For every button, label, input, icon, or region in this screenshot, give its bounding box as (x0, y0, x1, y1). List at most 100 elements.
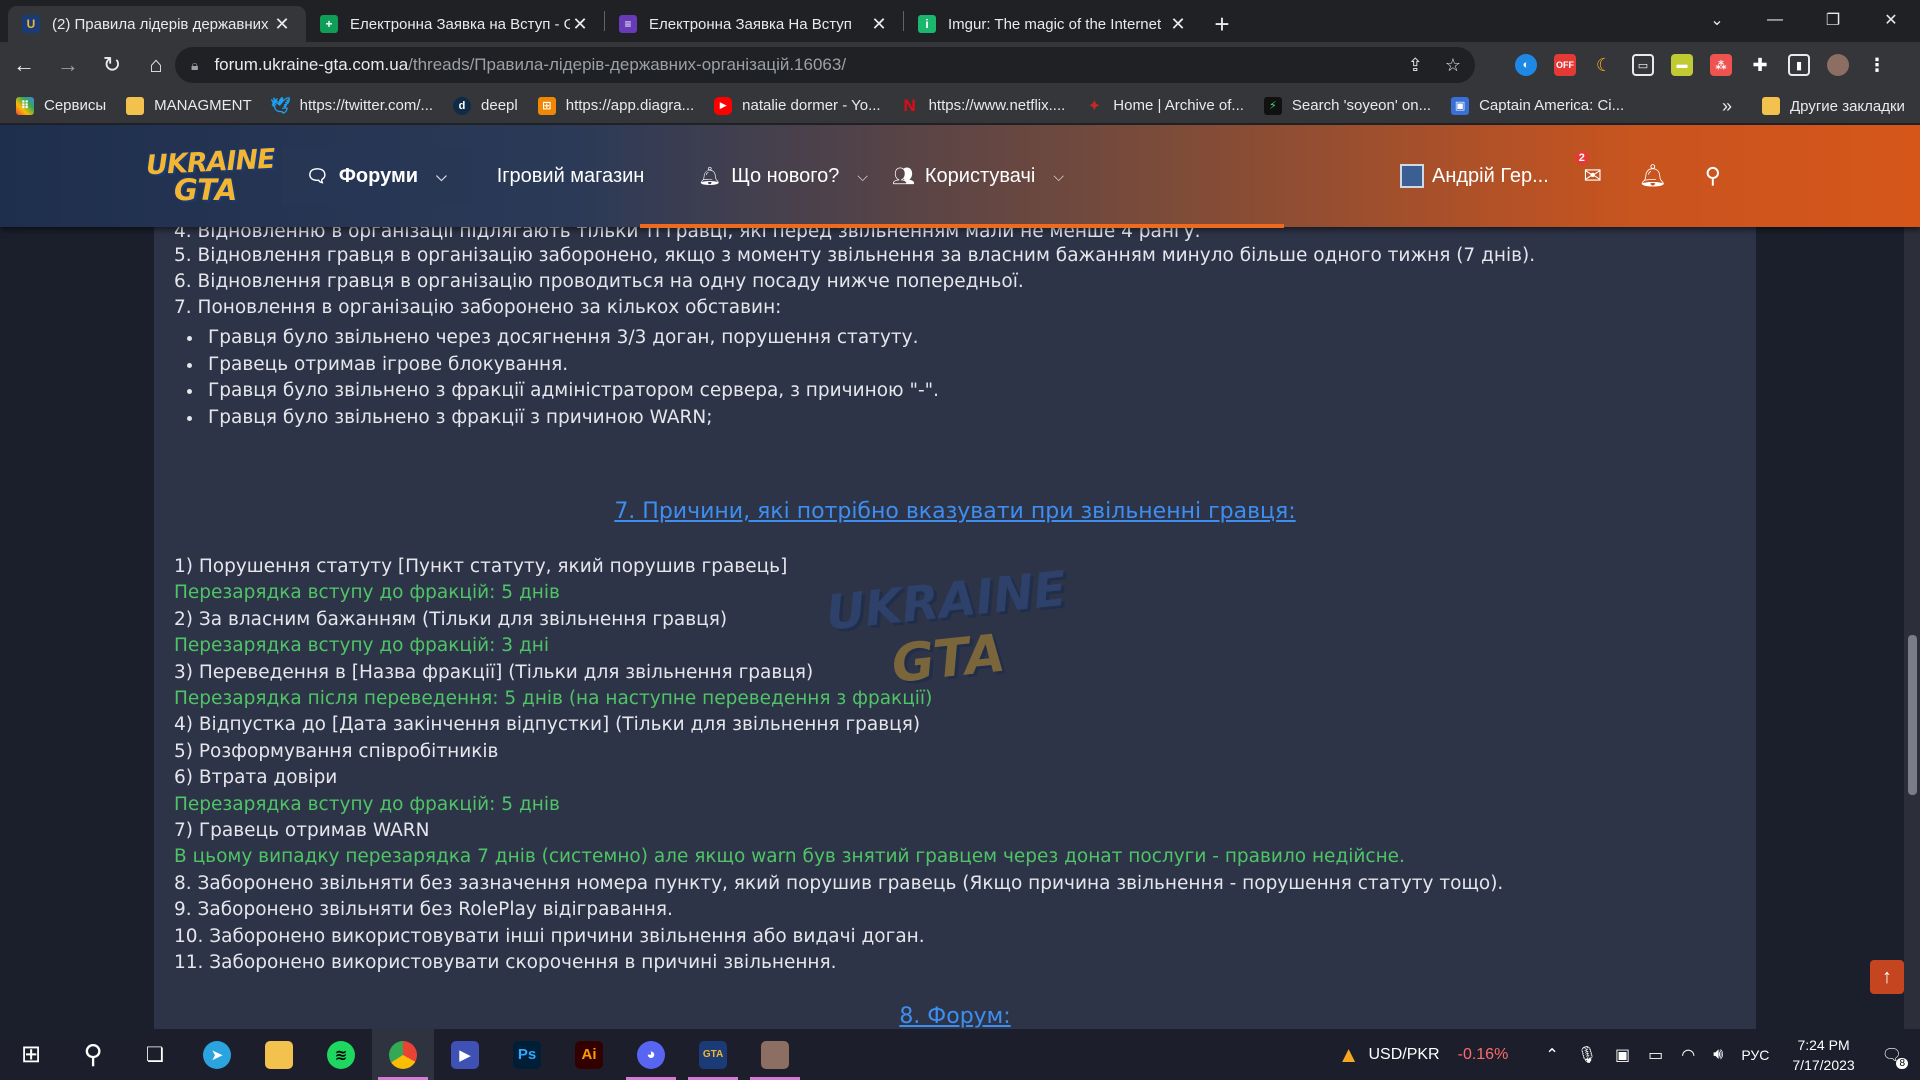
address-bar[interactable]: 🔒︎ forum.ukraine-gta.com.ua/threads/Прав… (175, 47, 1475, 83)
dark-mode-moon-icon[interactable]: ☾ (1593, 54, 1615, 76)
list-item: Гравця було звільнено з фракції адмініст… (204, 378, 939, 405)
tab-title: Imgur: The magic of the Internet (948, 15, 1162, 33)
forward-icon[interactable]: → (48, 45, 88, 85)
chevron-up-icon[interactable]: ⌃ (1545, 1045, 1558, 1065)
bookmark-item[interactable]: ⊞ https://app.diagra... (537, 96, 694, 115)
reload-icon[interactable]: ↻ (92, 45, 132, 85)
other-bookmarks[interactable]: Другие закладки (1762, 88, 1905, 124)
main-nav: 🗨︎ Форуми ⌵ Ігровий магазин 🔔︎ Що нового… (282, 147, 1088, 205)
photoshop-icon[interactable]: Ps (496, 1029, 558, 1080)
tab-forum-rules[interactable]: U (2) Правила лідерів державних ✕ (8, 6, 306, 42)
twitter-icon: 🕊︎ (270, 97, 291, 115)
bookmark-item[interactable]: d deepl (453, 96, 518, 115)
close-icon[interactable]: ✕ (869, 14, 889, 35)
post-content: 4. Відновленню в організації підлягають … (154, 221, 1756, 1029)
bookmark-item[interactable]: Nhttps://www.netflix.... (901, 96, 1065, 115)
bookmark-label: Captain America: Ci... (1479, 97, 1625, 114)
section-8-heading[interactable]: 8. Форум: (154, 1004, 1756, 1029)
share-icon[interactable]: ⇪ (1408, 55, 1423, 76)
extension-green-icon[interactable]: ▬ (1671, 54, 1693, 76)
file-explorer-icon[interactable] (248, 1029, 310, 1080)
bookmark-item[interactable]: 🕊︎ https://twitter.com/... (270, 97, 434, 115)
nav-label: Ігровий магазин (496, 164, 645, 187)
section-7-heading[interactable]: 7. Причини, які потрібно вказувати при з… (154, 499, 1756, 524)
microphone-icon[interactable]: 🎙︎ (1577, 1045, 1597, 1065)
nav-users[interactable]: 👥︎ Користувачі ⌵ (876, 147, 1088, 205)
side-panel-icon[interactable]: ▮ (1788, 54, 1810, 76)
language-indicator[interactable]: РУС (1741, 1047, 1769, 1063)
reason-line: 10. Заборонено використовувати інші прич… (174, 925, 925, 947)
close-icon[interactable]: ✕ (570, 14, 590, 35)
scrollbar-thumb[interactable] (1908, 635, 1917, 795)
new-tab-button[interactable]: + (1202, 6, 1242, 42)
tab-search-icon[interactable]: ⌄ (1688, 0, 1746, 40)
bookmark-item[interactable]: MANAGMENT (126, 96, 252, 115)
bookmark-item[interactable]: ⚡ Search 'soyeon' on... (1263, 96, 1431, 115)
extension-red-icon[interactable]: ⁂ (1710, 54, 1732, 76)
close-window-icon[interactable]: ✕ (1862, 0, 1920, 40)
tab-imgur[interactable]: i Imgur: The magic of the Internet ✕ (904, 6, 1202, 42)
bookmarks-overflow-button[interactable]: » (1722, 88, 1732, 124)
game-icon[interactable]: GTA (682, 1029, 744, 1080)
clock[interactable]: 7:24 PM 7/17/2023 (1792, 1035, 1854, 1075)
nav-whats-new[interactable]: 🔔︎ Що нового? ⌵ (668, 147, 876, 205)
telegram-icon[interactable]: ➤ (186, 1029, 248, 1080)
close-icon[interactable]: ✕ (1168, 14, 1188, 35)
bullet-list: Гравця було звільнено через досягнення 3… (204, 325, 939, 431)
user-menu[interactable]: Андрій Гер... (1400, 147, 1563, 205)
user-area: Андрій Гер... ✉ 2 🔔︎ ⚲ (1400, 147, 1743, 205)
bookmark-item[interactable]: ⠿ Сервисы (16, 96, 106, 115)
bookmark-item[interactable]: ▣ Captain America: Ci... (1451, 96, 1625, 115)
bookmark-star-icon[interactable]: ☆ (1445, 55, 1461, 76)
chevron-down-icon[interactable]: ⌵ (1053, 168, 1064, 185)
ticker-change[interactable]: -0.16% (1458, 1046, 1509, 1064)
search-icon[interactable]: ⚲ (62, 1029, 124, 1080)
profile-avatar[interactable] (1827, 54, 1849, 76)
nav-game-shop[interactable]: Ігровий магазин (471, 147, 669, 205)
app-icon[interactable]: ▶ (434, 1029, 496, 1080)
inbox-icon[interactable]: ✉ 2 (1563, 147, 1623, 205)
windows-start-icon[interactable]: ⊞ (0, 1029, 62, 1080)
extension-circle-icon[interactable]: ◐ (1515, 54, 1537, 76)
site-logo[interactable]: UKRAINE GTA (145, 144, 275, 207)
chrome-icon[interactable] (372, 1029, 434, 1080)
wifi-icon[interactable]: ◠ (1681, 1045, 1695, 1065)
discord-icon[interactable]: ◕ (620, 1029, 682, 1080)
photo-icon[interactable] (744, 1029, 806, 1080)
restore-icon[interactable]: ❐ (1804, 0, 1862, 40)
close-icon[interactable]: ✕ (272, 14, 292, 35)
bookmark-item[interactable]: ✦ Home | Archive of... (1085, 97, 1244, 115)
alerts-bell-icon[interactable]: 🔔︎ (1623, 147, 1683, 205)
diagram-icon: ⊞ (537, 96, 556, 115)
reason-line: 8. Заборонено звільняти без зазначення н… (174, 872, 1504, 894)
tab-sheets[interactable]: + Електронна Заявка на Вступ - G ✕ (306, 6, 604, 42)
task-view-icon[interactable]: ❏ (124, 1029, 186, 1080)
reason-line: 11. Заборонено використовувати скороченн… (174, 952, 837, 973)
extensions-puzzle-icon[interactable]: ✚ (1749, 54, 1771, 76)
bookmark-item[interactable]: ▶ natalie dormer - Yo... (714, 96, 881, 115)
scrollbar[interactable] (1904, 125, 1920, 1029)
chevron-down-icon[interactable]: ⌵ (857, 168, 868, 185)
extension-window-icon[interactable]: ▭ (1632, 54, 1654, 76)
minimize-icon[interactable]: — (1746, 0, 1804, 40)
spotify-icon[interactable]: ≋ (310, 1029, 372, 1080)
ticker-label[interactable]: USD/PKR (1368, 1046, 1439, 1064)
youtube-icon: ▶ (714, 96, 733, 115)
nav-forums[interactable]: 🗨︎ Форуми ⌵ (282, 147, 471, 205)
home-icon[interactable]: ⌂ (136, 45, 176, 85)
tab-strip: U (2) Правила лідерів державних ✕ + Елек… (0, 0, 1920, 42)
notifications-icon[interactable]: 🗨︎ 8 (1882, 1045, 1908, 1069)
battery-icon[interactable]: ▭ (1648, 1045, 1663, 1065)
extension-off-badge[interactable]: OFF (1554, 54, 1576, 76)
back-icon[interactable]: ← (4, 45, 44, 85)
chevron-down-icon[interactable]: ⌵ (436, 168, 447, 185)
illustrator-icon[interactable]: Ai (558, 1029, 620, 1080)
tab-forms[interactable]: ≡ Електронна Заявка На Вступ ✕ (605, 6, 903, 42)
display-icon[interactable]: ▣ (1615, 1045, 1630, 1065)
search-icon[interactable]: ⚲ (1683, 147, 1743, 205)
volume-icon[interactable]: 🔊︎ (1713, 1046, 1723, 1064)
list-item: Гравець отримав ігрове блокування. (204, 352, 939, 379)
scroll-to-top-button[interactable]: ↑ (1870, 960, 1904, 994)
nav-label: Форуми (338, 164, 419, 187)
menu-kebab-icon[interactable]: ⋮ (1866, 54, 1888, 76)
